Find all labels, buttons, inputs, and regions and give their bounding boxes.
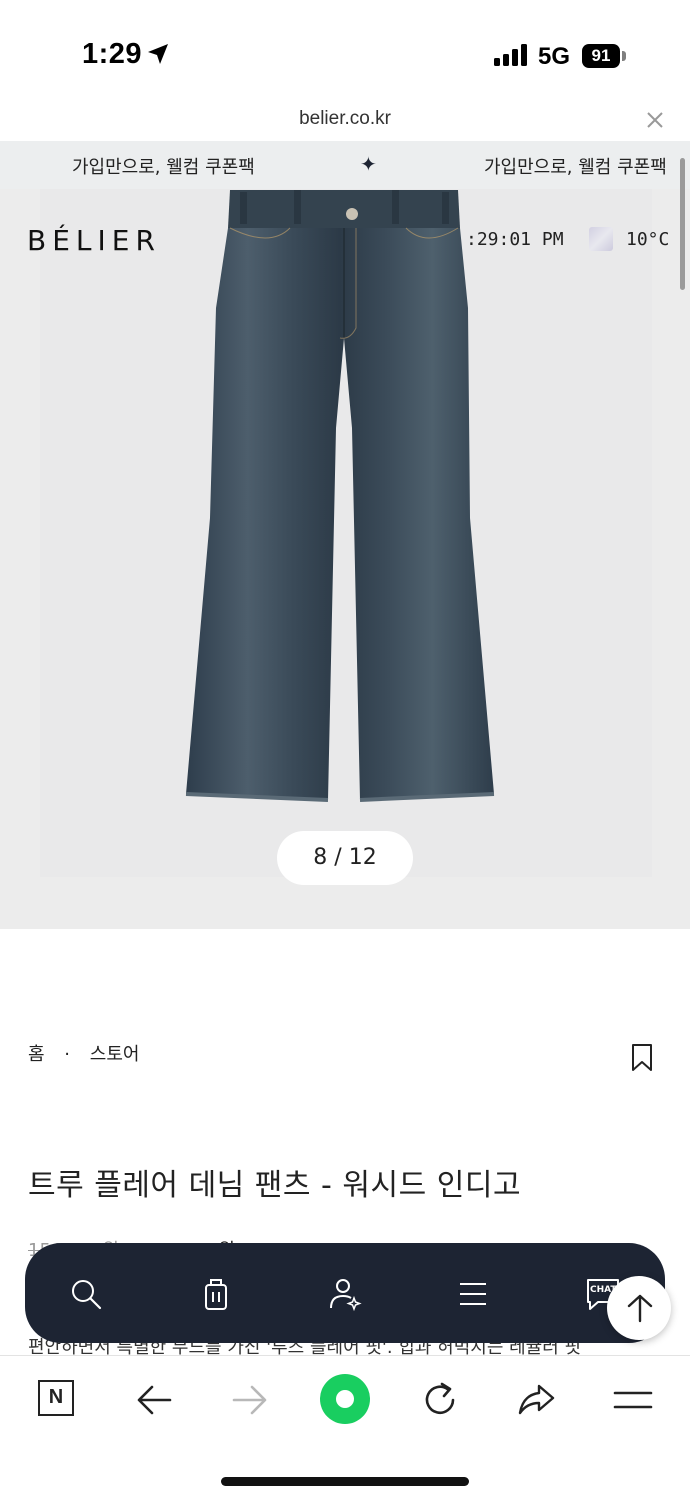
header-clock: :29:01 PM: [466, 229, 564, 250]
signal-bars-icon: [494, 44, 527, 66]
breadcrumb-store[interactable]: 스토어: [90, 1044, 140, 1065]
arrow-up-icon: [627, 1294, 653, 1323]
share-icon[interactable]: [515, 1378, 559, 1422]
close-icon[interactable]: [646, 111, 664, 129]
announcement-text-left[interactable]: 가입만으로, 웰컴 쿠폰팩: [72, 153, 255, 179]
jeans-product-image[interactable]: [180, 188, 500, 808]
network-type: 5G: [538, 43, 571, 70]
home-indicator[interactable]: [221, 1477, 469, 1486]
breadcrumb-separator: ·: [64, 1044, 71, 1065]
back-arrow-icon[interactable]: [132, 1378, 176, 1422]
status-time: 1:29: [82, 38, 143, 70]
breadcrumb: 홈 · 스토어: [28, 1040, 139, 1066]
url-display[interactable]: belier.co.kr: [0, 108, 690, 130]
bookmark-icon[interactable]: [630, 1043, 654, 1073]
weather-icon: [589, 227, 613, 251]
product-title: 트루 플레어 데님 팬츠 - 워시드 인디고: [28, 1168, 522, 1203]
naver-home-button[interactable]: N: [38, 1380, 74, 1416]
announcement-text-right[interactable]: 가입만으로, 웰컴 쿠폰팩: [484, 153, 667, 179]
menu-icon[interactable]: [455, 1276, 491, 1312]
scrollbar[interactable]: [680, 158, 685, 290]
brand-logo[interactable]: BÉLIER: [27, 224, 161, 257]
location-arrow-icon: [148, 44, 168, 64]
gallery-counter: 8 / 12: [277, 831, 413, 885]
header-temperature: 10°C: [626, 229, 670, 250]
breadcrumb-home[interactable]: 홈: [28, 1044, 45, 1065]
hamburger-menu-icon[interactable]: [611, 1378, 655, 1422]
green-dot-icon[interactable]: [319, 1373, 371, 1425]
search-icon[interactable]: [68, 1276, 104, 1312]
battery-tip: [622, 51, 626, 61]
shopping-bag-icon[interactable]: [198, 1276, 234, 1312]
battery-indicator: 91: [582, 44, 620, 68]
sparkle-icon: ✦: [360, 152, 377, 176]
account-icon[interactable]: [327, 1276, 363, 1312]
forward-arrow-icon[interactable]: [228, 1378, 272, 1422]
reload-icon[interactable]: [418, 1378, 462, 1422]
naver-label: N: [48, 1386, 64, 1408]
